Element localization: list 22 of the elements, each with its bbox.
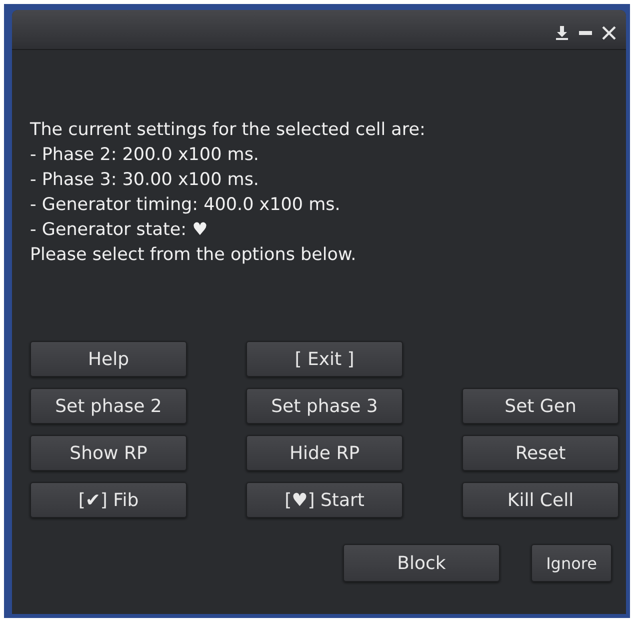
message-line: - Phase 2: 200.0 x100 ms. — [30, 144, 260, 167]
dialog-button[interactable]: Set phase 2 — [30, 388, 187, 424]
dialog-button[interactable]: Show RP — [30, 435, 187, 471]
download-icon[interactable] — [555, 24, 569, 40]
message-line: The current settings for the selected cell are: — [30, 119, 426, 142]
dialog-button[interactable]: [✔] Fib — [30, 482, 187, 518]
message-line: - Generator timing: 400.0 x100 ms. — [30, 194, 342, 217]
dialog-button[interactable]: Help — [30, 341, 187, 377]
message-line: - Phase 3: 30.00 x100 ms. — [30, 169, 260, 192]
dialog-button[interactable]: Set Gen — [462, 388, 619, 424]
message-line: - Generator state: ♥ — [30, 219, 209, 242]
dialog-button[interactable]: Hide RP — [246, 435, 403, 471]
dialog-button[interactable]: Reset — [462, 435, 619, 471]
close-icon[interactable] — [602, 26, 616, 40]
dialog-button[interactable]: Set phase 3 — [246, 388, 403, 424]
dialog-button[interactable]: Ignore — [531, 544, 612, 582]
dialog-button[interactable]: Block — [343, 544, 500, 582]
dialog-button[interactable]: [ Exit ] — [246, 341, 403, 377]
dialog-button[interactable]: [♥] Start — [246, 482, 403, 518]
message-line: Please select from the options below. — [30, 244, 358, 267]
dialog-button[interactable]: Kill Cell — [462, 482, 619, 518]
minimize-icon[interactable] — [579, 30, 592, 34]
